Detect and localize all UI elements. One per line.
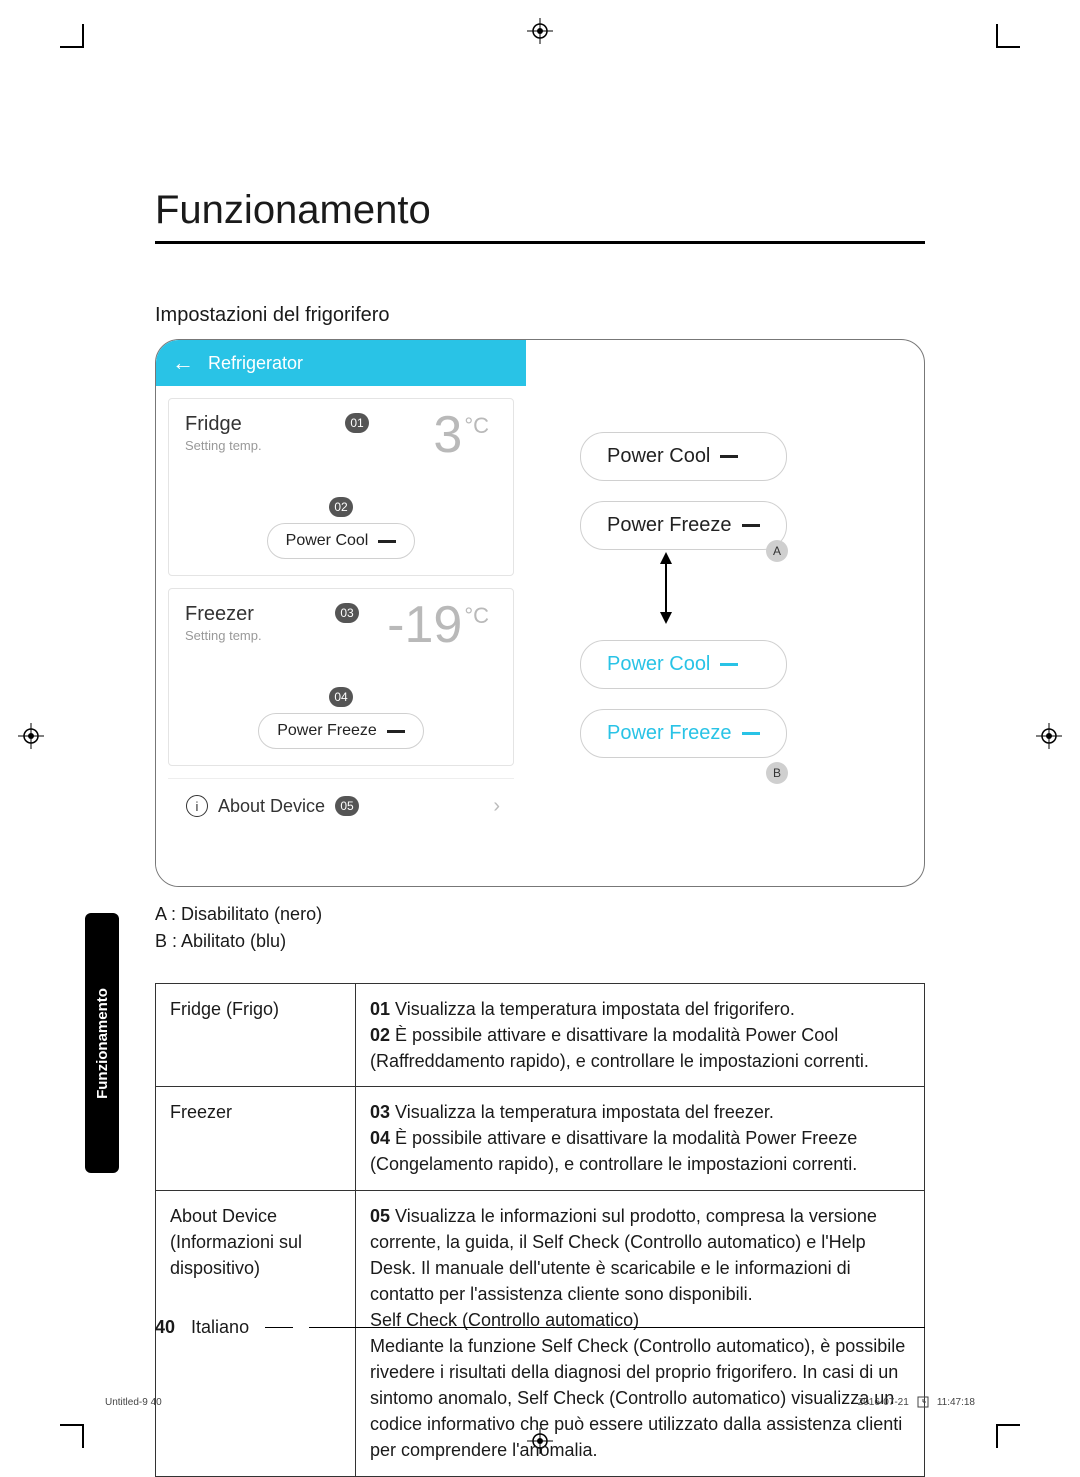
power-freeze-chip[interactable]: Power Freeze bbox=[258, 713, 424, 749]
power-cool-disabled: Power Cool bbox=[580, 432, 787, 481]
fridge-card: Fridge Setting temp. 01 3°C 02 Power Coo… bbox=[168, 398, 514, 576]
legend-a: A : Disabilitato (nero) bbox=[155, 901, 925, 928]
power-freeze-disabled: Power Freeze bbox=[580, 501, 787, 550]
table-row: Fridge (Frigo) 01 Visualizza la temperat… bbox=[156, 984, 925, 1087]
table-row: Freezer 03 Visualizza la temperatura imp… bbox=[156, 1087, 925, 1190]
app-header: ← Refrigerator bbox=[156, 340, 526, 386]
subtitle: Impostazioni del frigorifero bbox=[155, 304, 925, 327]
app-screenshot: ← Refrigerator Fridge Setting temp. 01 3… bbox=[156, 340, 526, 886]
section-tab: Funzionamento bbox=[85, 913, 119, 1173]
figure: ← Refrigerator Fridge Setting temp. 01 3… bbox=[155, 339, 925, 887]
power-cool-chip[interactable]: Power Cool bbox=[267, 523, 416, 559]
figure-right: Power Cool Power Freeze A Power Cool Pow… bbox=[526, 340, 924, 886]
page-number: 40 bbox=[155, 1317, 175, 1338]
clock-icon bbox=[917, 1396, 929, 1408]
power-freeze-enabled: Power Freeze bbox=[580, 709, 787, 758]
minus-icon bbox=[378, 540, 396, 543]
callout-01: 01 bbox=[345, 413, 369, 433]
label-a: A bbox=[766, 540, 788, 562]
cell-fridge-desc: 01 Visualizza la temperatura impostata d… bbox=[356, 984, 925, 1087]
chevron-right-icon: › bbox=[493, 795, 500, 818]
callout-03: 03 bbox=[335, 603, 359, 623]
registration-mark-icon bbox=[527, 18, 553, 44]
minus-icon bbox=[742, 732, 760, 735]
info-icon: i bbox=[186, 795, 208, 817]
about-device-label: About Device bbox=[218, 796, 325, 817]
minus-icon bbox=[720, 663, 738, 666]
about-device-row[interactable]: i About Device 05 › bbox=[168, 778, 514, 833]
double-arrow-icon bbox=[656, 552, 676, 624]
callout-04: 04 bbox=[329, 687, 353, 707]
page-lang: Italiano bbox=[191, 1317, 249, 1338]
freezer-temp: -19°C bbox=[387, 595, 489, 655]
cell-freezer-label: Freezer bbox=[156, 1087, 356, 1190]
minus-icon bbox=[742, 524, 760, 527]
minus-icon bbox=[387, 730, 405, 733]
registration-mark-icon bbox=[1036, 723, 1062, 749]
freezer-card: Freezer Setting temp. 03 -19°C 04 Power … bbox=[168, 588, 514, 766]
fridge-temp: 3°C bbox=[433, 405, 489, 465]
cell-freezer-desc: 03 Visualizza la temperatura impostata d… bbox=[356, 1087, 925, 1190]
cell-fridge-label: Fridge (Frigo) bbox=[156, 984, 356, 1087]
page-title: Funzionamento bbox=[155, 188, 925, 244]
callout-05: 05 bbox=[335, 796, 359, 816]
registration-mark-icon bbox=[18, 723, 44, 749]
print-meta-right: 2016-07-21 11:47:18 bbox=[858, 1396, 975, 1408]
minus-icon bbox=[720, 455, 738, 458]
back-arrow-icon[interactable]: ← bbox=[172, 350, 194, 376]
app-header-label: Refrigerator bbox=[208, 353, 303, 374]
print-meta-left: Untitled-9 40 bbox=[105, 1397, 162, 1408]
power-cool-enabled: Power Cool bbox=[580, 640, 787, 689]
label-b: B bbox=[766, 762, 788, 784]
page-footer: 40 Italiano bbox=[155, 1317, 925, 1338]
legend: A : Disabilitato (nero) B : Abilitato (b… bbox=[155, 901, 925, 955]
info-table: Fridge (Frigo) 01 Visualizza la temperat… bbox=[155, 983, 925, 1477]
callout-02: 02 bbox=[329, 497, 353, 517]
legend-b: B : Abilitato (blu) bbox=[155, 928, 925, 955]
